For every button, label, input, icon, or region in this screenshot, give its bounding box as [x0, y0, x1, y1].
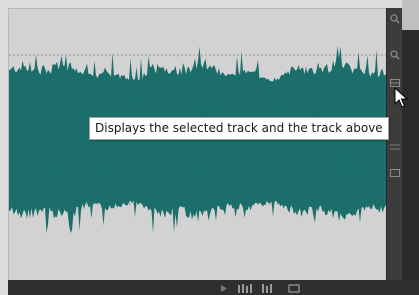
- tooltip-text: Displays the selected track and the trac…: [95, 121, 383, 135]
- zoom-out-icon[interactable]: [387, 48, 403, 62]
- play-icon[interactable]: [220, 284, 228, 293]
- audio-editor-window: Displays the selected track and the trac…: [0, 0, 419, 295]
- view-tracks-icon[interactable]: [387, 140, 403, 154]
- tooltip: Displays the selected track and the trac…: [89, 117, 389, 140]
- bottom-toolbar: [8, 280, 419, 295]
- waveform-display[interactable]: [9, 9, 387, 281]
- waveform-editor[interactable]: [8, 8, 387, 281]
- vertical-scrollbar[interactable]: [402, 30, 419, 280]
- view-all-icon[interactable]: [387, 166, 403, 180]
- overview-icon[interactable]: [288, 284, 300, 293]
- zoom-in-icon[interactable]: [387, 12, 403, 26]
- grid-icon[interactable]: [262, 284, 276, 293]
- mouse-cursor-icon: [394, 86, 409, 113]
- track-view-icon[interactable]: [238, 284, 256, 293]
- zoom-toolbar: [386, 8, 403, 280]
